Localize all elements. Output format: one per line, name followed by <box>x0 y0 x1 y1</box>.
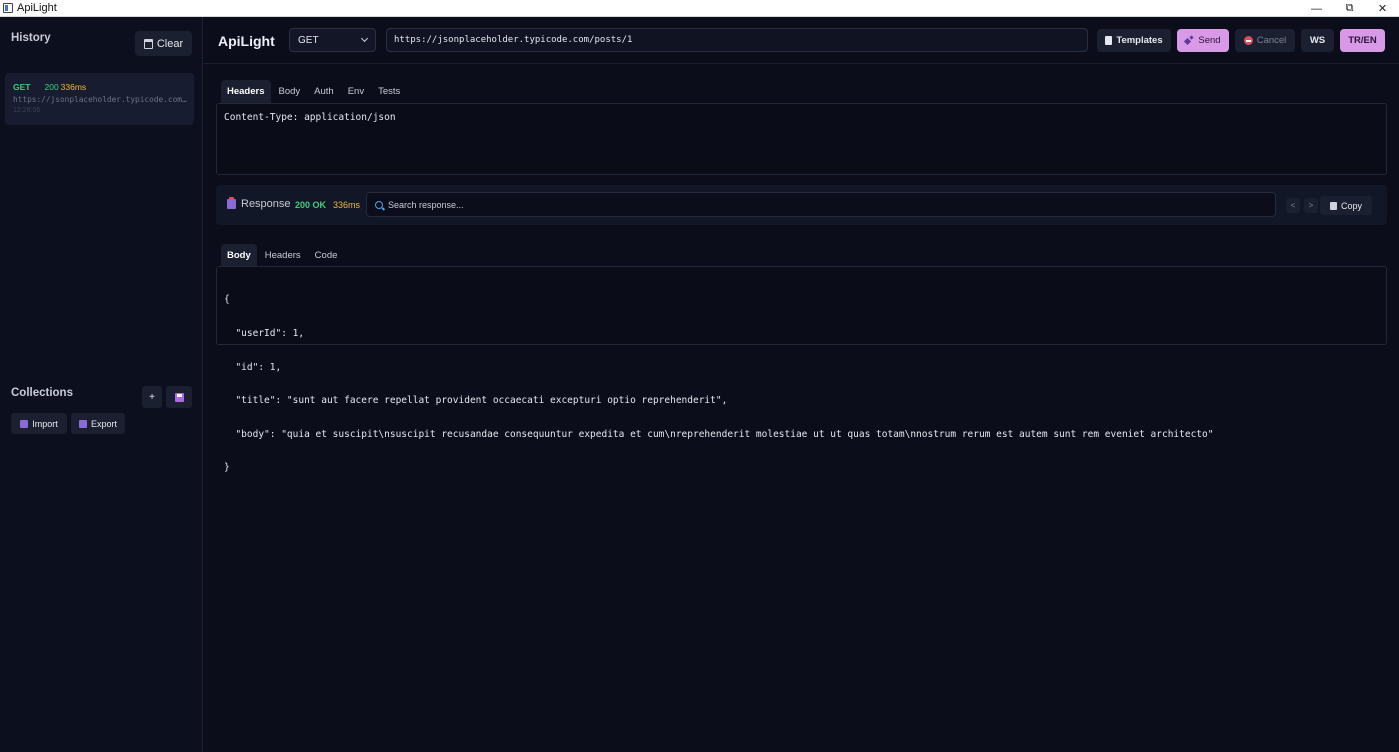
json-line: "title": "sunt aut facere repellat provi… <box>224 395 728 407</box>
save-icon <box>174 392 184 402</box>
headers-text: Content-Type: application/json <box>224 112 396 123</box>
cancel-button[interactable]: Cancel <box>1235 29 1295 52</box>
json-line: "id": 1, <box>224 361 282 373</box>
import-button[interactable]: Import <box>11 413 67 434</box>
request-toolbar: ApiLight GET Templates Send Cancel WS TR… <box>204 17 1399 64</box>
response-search[interactable] <box>366 192 1276 217</box>
templates-button[interactable]: Templates <box>1097 29 1171 52</box>
chevron-down-icon <box>360 34 369 43</box>
templates-label: Templates <box>1116 35 1163 46</box>
cancel-label: Cancel <box>1256 35 1287 46</box>
sparkle-icon <box>1185 36 1194 45</box>
json-line: "userId": 1, <box>224 328 305 340</box>
collections-title: Collections <box>11 387 73 399</box>
response-label: Response <box>241 198 291 210</box>
language-toggle-button[interactable]: TR/EN <box>1340 29 1385 52</box>
tab-tests[interactable]: Tests <box>372 80 406 103</box>
export-button[interactable]: Export <box>71 413 125 434</box>
websocket-button[interactable]: WS <box>1301 29 1334 52</box>
clear-history-button[interactable]: Clear <box>135 31 192 56</box>
response-time: 336ms <box>333 200 361 210</box>
clear-label: Clear <box>156 37 184 50</box>
history-method: GET <box>13 82 31 92</box>
copy-button[interactable]: Copy <box>1320 196 1372 215</box>
search-input[interactable] <box>388 199 1268 210</box>
request-tabs: Headers Body Auth Env Tests <box>221 80 406 103</box>
import-icon <box>20 419 29 428</box>
tab-response-code[interactable]: Code <box>309 244 344 267</box>
stop-icon <box>1243 36 1253 45</box>
sidebar: History Clear GET 200 336ms https://json… <box>0 17 203 752</box>
json-line: } <box>224 462 230 474</box>
export-icon <box>78 419 87 428</box>
export-label: Export <box>90 418 117 429</box>
document-icon <box>1105 36 1113 45</box>
method-value: GET <box>298 34 319 46</box>
response-status-badge: 200 OK <box>295 200 327 210</box>
search-icon <box>375 200 383 209</box>
window-titlebar: ApiLight — ⧉ ✕ <box>0 0 1399 17</box>
history-clock: 12:28:06 <box>13 107 41 114</box>
send-label: Send <box>1198 35 1221 46</box>
trash-icon <box>143 38 153 49</box>
send-button[interactable]: Send <box>1177 29 1229 52</box>
prev-match-button[interactable]: < <box>1286 198 1300 213</box>
tab-env[interactable]: Env <box>342 80 370 103</box>
tab-response-body[interactable]: Body <box>221 244 257 267</box>
response-title: Response <box>227 197 291 210</box>
history-time: 336ms <box>60 82 87 92</box>
url-input[interactable] <box>386 28 1088 52</box>
response-bar: Response 200 OK 336ms < > Copy <box>216 185 1387 225</box>
json-line: { <box>224 294 230 306</box>
add-collection-button[interactable]: + <box>142 386 162 408</box>
window-controls: — ⧉ ✕ <box>1300 0 1399 17</box>
copy-icon <box>1329 201 1337 210</box>
main-area: ApiLight GET Templates Send Cancel WS TR… <box>204 17 1399 752</box>
app-icon <box>3 3 13 13</box>
window-title: ApiLight <box>17 2 57 14</box>
history-status: 200 <box>44 82 59 92</box>
method-select[interactable]: GET <box>289 28 376 52</box>
tab-response-headers[interactable]: Headers <box>259 244 307 267</box>
history-title: History <box>11 32 51 44</box>
copy-label: Copy <box>1340 200 1362 211</box>
brand-title: ApiLight <box>218 33 275 49</box>
import-label: Import <box>32 418 58 429</box>
response-tabs: Body Headers Code <box>221 244 343 267</box>
clipboard-icon <box>227 197 236 209</box>
json-line: "body": "quia et suscipit\nsuscipit recu… <box>224 428 1214 440</box>
response-body-panel: { "userId": 1, "id": 1, "title": "sunt a… <box>216 266 1387 473</box>
history-item[interactable]: GET 200 336ms https://jsonplaceholder.ty… <box>5 73 194 125</box>
next-match-button[interactable]: > <box>1304 198 1318 213</box>
maximize-button[interactable]: ⧉ <box>1333 0 1366 17</box>
tab-headers[interactable]: Headers <box>221 80 271 103</box>
minimize-button[interactable]: — <box>1300 0 1333 17</box>
tab-body[interactable]: Body <box>273 80 307 103</box>
save-collection-button[interactable] <box>166 386 192 408</box>
response-json: { "userId": 1, "id": 1, "title": "sunt a… <box>224 272 1213 496</box>
tab-auth[interactable]: Auth <box>308 80 340 103</box>
headers-editor[interactable]: Content-Type: application/json <box>216 103 1387 175</box>
history-url: https://jsonplaceholder.typicode.com/pos… <box>13 95 187 104</box>
close-button[interactable]: ✕ <box>1366 0 1399 17</box>
